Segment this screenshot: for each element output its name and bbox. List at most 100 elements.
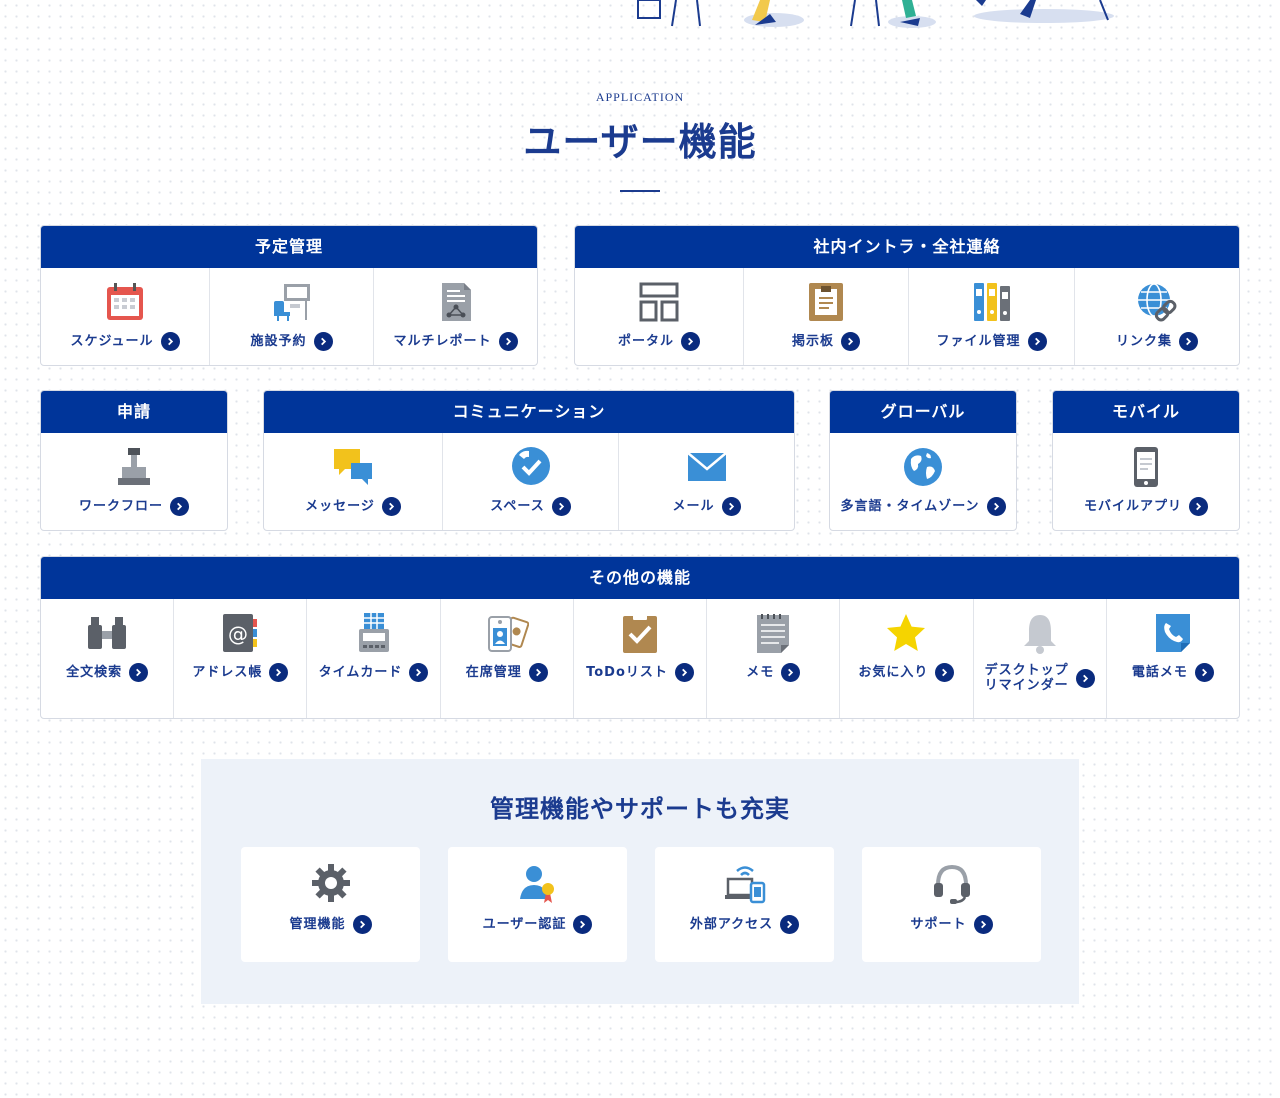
feature-label: 管理機能 [289, 917, 346, 932]
feature-label: ポータル [617, 334, 674, 349]
group-communication: コミュニケーション メッセージ スペース メール [263, 390, 795, 531]
chevron-right-icon [1189, 497, 1208, 516]
feature-schedule[interactable]: スケジュール [41, 268, 209, 365]
space-check-icon [509, 445, 553, 489]
chevron-right-icon [973, 915, 993, 934]
feature-file-management[interactable]: ファイル管理 [908, 268, 1074, 365]
section-header: APPLICATION ユーザー機能 [0, 90, 1280, 192]
portal-icon [637, 280, 681, 324]
feature-desktop-reminder[interactable]: デスクトップ リマインダー [972, 599, 1106, 718]
feature-space[interactable]: スペース [442, 433, 618, 530]
chevron-right-icon [721, 497, 741, 516]
chevron-right-icon [352, 915, 372, 934]
feature-timecard[interactable]: タイムカード [306, 599, 439, 718]
feature-label: 全文検索 [66, 665, 123, 680]
section-eyebrow: APPLICATION [595, 90, 685, 104]
feature-link-collection[interactable]: リンク集 [1074, 268, 1239, 365]
feature-address-book[interactable]: @ アドレス帳 [173, 599, 306, 718]
bulletin-board-icon [804, 280, 848, 324]
binders-icon [970, 280, 1014, 324]
binoculars-icon [85, 611, 129, 655]
group-title: グローバル [830, 391, 1016, 433]
chevron-right-icon [1194, 663, 1214, 682]
group-title: 社内イントラ・全社連絡 [575, 226, 1239, 268]
feature-memo[interactable]: メモ [706, 599, 839, 718]
feature-label: 施設予約 [250, 334, 307, 349]
feature-todo-list[interactable]: ToDoリスト [572, 599, 706, 718]
admin-support-section: 管理機能やサポートも充実 管理機能 ユーザー認証 外部アクセス サポート [201, 759, 1079, 1004]
group-schedule: 予定管理 スケジュール 施設予約 マルチレポート [40, 225, 538, 366]
chevron-right-icon [780, 915, 800, 934]
bell-icon [1018, 611, 1062, 655]
feature-multi-report[interactable]: マルチレポート [373, 268, 537, 365]
external-access-icon [723, 861, 767, 905]
group-intranet: 社内イントラ・全社連絡 ポータル 掲示板 ファイル管理 リンク集 [574, 225, 1240, 366]
feature-label: ユーザー認証 [482, 917, 567, 932]
feature-mail[interactable]: メール [618, 433, 794, 530]
feature-label: サポート [910, 917, 967, 932]
facility-icon [270, 280, 314, 324]
feature-label: ワークフロー [78, 499, 163, 514]
feature-mobile-app[interactable]: モバイルアプリ [1053, 433, 1239, 530]
headset-icon [930, 861, 974, 905]
feature-label: スケジュール [70, 334, 154, 349]
group-global: グローバル 多言語・タイムゾーン [829, 390, 1017, 531]
feature-label: マルチレポート [393, 334, 492, 349]
group-title: 申請 [41, 391, 227, 433]
group-other: その他の機能 全文検索 @ アドレス帳 タイムカード 在席管理 ToDoリスト … [40, 556, 1240, 719]
chevron-right-icon [935, 663, 955, 682]
feature-favorites[interactable]: お気に入り [839, 599, 972, 718]
feature-facility[interactable]: 施設予約 [209, 268, 373, 365]
user-auth-icon [516, 861, 560, 905]
todo-clipboard-icon [618, 611, 662, 655]
star-icon [884, 611, 928, 655]
report-icon [434, 280, 478, 324]
chevron-right-icon [160, 332, 180, 351]
feature-label: 在席管理 [465, 665, 522, 680]
chevron-right-icon [269, 663, 289, 682]
group-title: 予定管理 [41, 226, 537, 268]
feature-phone-memo[interactable]: 電話メモ [1105, 599, 1239, 718]
feature-label: リンク集 [1115, 334, 1172, 349]
feature-presence[interactable]: 在席管理 [439, 599, 573, 718]
feature-label: 掲示板 [791, 334, 834, 349]
feature-support[interactable]: サポート [862, 847, 1041, 962]
feature-user-auth[interactable]: ユーザー認証 [448, 847, 627, 962]
feature-label: お気に入り [858, 665, 929, 680]
mail-icon [685, 445, 729, 489]
feature-label: モバイルアプリ [1083, 499, 1182, 514]
feature-admin[interactable]: 管理機能 [241, 847, 420, 962]
chevron-right-icon [313, 332, 333, 351]
feature-external-access[interactable]: 外部アクセス [655, 847, 834, 962]
hero-illustration [0, 0, 1280, 30]
chevron-right-icon [528, 663, 548, 682]
phone-memo-icon [1151, 611, 1195, 655]
chevron-right-icon [551, 497, 571, 516]
feature-bulletin-board[interactable]: 掲示板 [743, 268, 908, 365]
timecard-icon [352, 611, 396, 655]
feature-multilingual-timezone[interactable]: 多言語・タイムゾーン [830, 433, 1016, 530]
feature-label: アドレス帳 [192, 665, 263, 680]
feature-label: 電話メモ [1131, 665, 1188, 680]
globe-link-icon [1135, 280, 1179, 324]
feature-label: ファイル管理 [936, 334, 1021, 349]
chevron-right-icon [381, 497, 401, 516]
group-mobile: モバイル モバイルアプリ [1052, 390, 1240, 531]
calendar-icon [103, 280, 147, 324]
feature-full-text-search[interactable]: 全文検索 [41, 599, 173, 718]
feature-label: ToDoリスト [586, 665, 668, 680]
chevron-right-icon [681, 332, 700, 351]
address-book-icon: @ [218, 611, 262, 655]
feature-label: メッセージ [305, 499, 375, 514]
chevron-right-icon [170, 497, 189, 516]
feature-label: タイムカード [318, 665, 403, 680]
chevron-right-icon [986, 497, 1006, 516]
feature-workflow[interactable]: ワークフロー [41, 433, 227, 530]
feature-message[interactable]: メッセージ [264, 433, 442, 530]
chevron-right-icon [129, 663, 149, 682]
feature-portal[interactable]: ポータル [575, 268, 743, 365]
heading-rule [620, 190, 660, 192]
chevron-right-icon [674, 663, 694, 682]
group-title: コミュニケーション [264, 391, 794, 433]
stamp-icon [112, 445, 156, 489]
